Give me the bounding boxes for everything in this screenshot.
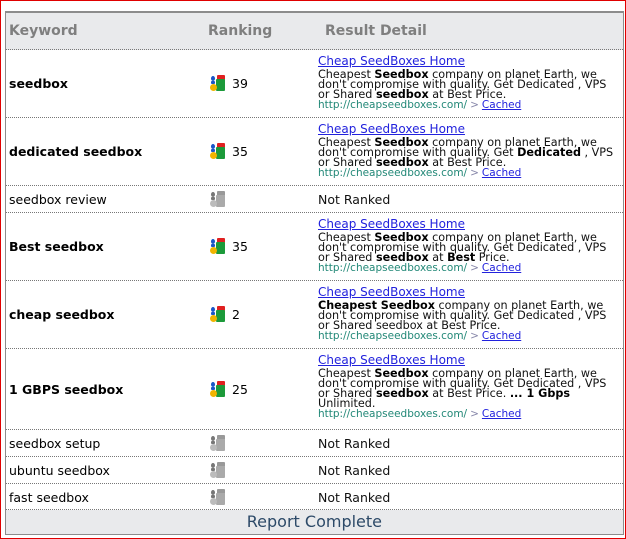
result-detail: Cheap SeedBoxes Home Cheapest Seedbox com… [318, 353, 618, 420]
cached-link[interactable]: Cached [482, 167, 521, 179]
ranking: 35 [210, 143, 248, 160]
table-row: fast seedbox Not Ranked [6, 484, 623, 510]
separator: > [470, 262, 479, 274]
keyword: 1 GBPS seedbox [9, 382, 124, 397]
google-icon [210, 381, 226, 398]
cached-link[interactable]: Cached [482, 408, 521, 420]
table-body: seedbox 39 Cheap SeedBoxes Home Cheapest Se… [6, 50, 623, 510]
keyword: fast seedbox [9, 490, 89, 505]
result-url-line: http://cheapseedboxes.com/> Cached [318, 331, 618, 342]
ranking-status: Not Ranked [318, 436, 391, 451]
result-title-link[interactable]: Cheap SeedBoxes Home [318, 353, 618, 367]
report-frame: Keyword Ranking Result Detail seedbox 39 C… [0, 0, 626, 539]
google-icon [210, 306, 226, 323]
ranking-status: Not Ranked [318, 192, 391, 207]
header-keyword: Keyword [9, 23, 78, 39]
ranking: 35 [210, 238, 248, 255]
rank-value: 35 [232, 239, 248, 254]
keyword: seedbox setup [9, 436, 101, 451]
google-icon [210, 143, 226, 160]
keyword: cheap seedbox [9, 307, 115, 322]
result-url: http://cheapseedboxes.com/ [318, 99, 468, 111]
result-url: http://cheapseedboxes.com/ [318, 408, 468, 420]
result-title-link[interactable]: Cheap SeedBoxes Home [318, 285, 618, 299]
google-icon [210, 238, 226, 255]
table-row: dedicated seedbox 35 Cheap SeedBoxes Home C… [6, 118, 623, 186]
ranking [210, 435, 226, 452]
table-row: seedbox setup Not Ranked [6, 430, 623, 457]
ranking: 25 [210, 381, 248, 398]
table-row: seedbox review Not Ranked [6, 186, 623, 213]
ranking: 39 [210, 75, 248, 92]
table-row: Best seedbox 35 Cheap SeedBoxes Home Cheape… [6, 213, 623, 281]
keyword: seedbox review [9, 192, 107, 207]
result-detail: Cheap SeedBoxes Home Cheapest Seedbox com… [318, 217, 618, 274]
result-snippet: Cheapest Seedbox company on planet Earth… [318, 232, 618, 263]
result-url-line: http://cheapseedboxes.com/> Cached [318, 409, 618, 420]
ranking: 2 [210, 306, 240, 323]
ranking-status: Not Ranked [318, 490, 391, 505]
result-detail: Cheap SeedBoxes Home Cheapest Seedbox com… [318, 54, 618, 111]
separator: > [470, 330, 479, 342]
result-detail: Cheap SeedBoxes Home Cheapest Seedbox com… [318, 285, 618, 342]
google-icon-gray [210, 435, 226, 452]
result-url: http://cheapseedboxes.com/ [318, 262, 468, 274]
google-icon-gray [210, 191, 226, 208]
table-row: 1 GBPS seedbox 25 Cheap SeedBoxes Home Chea… [6, 349, 623, 430]
result-title-link[interactable]: Cheap SeedBoxes Home [318, 122, 618, 136]
result-snippet: Cheapest Seedbox company on planet Earth… [318, 300, 618, 331]
result-url-line: http://cheapseedboxes.com/> Cached [318, 168, 618, 179]
rank-value: 35 [232, 144, 248, 159]
result-title-link[interactable]: Cheap SeedBoxes Home [318, 217, 618, 231]
report-status: Report Complete [6, 510, 623, 534]
rank-value: 2 [232, 307, 240, 322]
header-ranking: Ranking [208, 23, 273, 39]
rank-value: 39 [232, 76, 248, 91]
cached-link[interactable]: Cached [482, 262, 521, 274]
snippet-text: Dedicated [517, 146, 581, 159]
ranking [210, 489, 226, 506]
snippet-text: seedbox [375, 387, 429, 400]
table-header: Keyword Ranking Result Detail [6, 13, 623, 50]
table-row: seedbox 39 Cheap SeedBoxes Home Cheapest Se… [6, 50, 623, 118]
ranking-status: Not Ranked [318, 463, 391, 478]
snippet-text: at Best Price. [428, 387, 510, 400]
result-detail: Cheap SeedBoxes Home Cheapest Seedbox com… [318, 122, 618, 179]
google-icon [210, 75, 226, 92]
google-icon-gray [210, 462, 226, 479]
separator: > [470, 167, 479, 179]
keyword: ubuntu seedbox [9, 463, 110, 478]
result-url: http://cheapseedboxes.com/ [318, 167, 468, 179]
keyword: dedicated seedbox [9, 144, 143, 159]
keyword: Best seedbox [9, 239, 104, 254]
result-url-line: http://cheapseedboxes.com/> Cached [318, 100, 618, 111]
google-icon-gray [210, 489, 226, 506]
result-snippet: Cheapest Seedbox company on planet Earth… [318, 69, 618, 100]
table-row: ubuntu seedbox Not Ranked [6, 457, 623, 484]
table-row: cheap seedbox 2 Cheap SeedBoxes Home Cheape… [6, 281, 623, 349]
header-result-detail: Result Detail [325, 23, 427, 39]
keyword: seedbox [9, 76, 68, 91]
result-snippet: Cheapest Seedbox company on planet Earth… [318, 137, 618, 168]
cached-link[interactable]: Cached [482, 99, 521, 111]
result-url: http://cheapseedboxes.com/ [318, 330, 468, 342]
separator: > [470, 408, 479, 420]
cached-link[interactable]: Cached [482, 330, 521, 342]
separator: > [470, 99, 479, 111]
result-snippet: Cheapest Seedbox company on planet Earth… [318, 368, 618, 409]
ranking [210, 462, 226, 479]
ranking-table: Keyword Ranking Result Detail seedbox 39 C… [5, 11, 624, 535]
rank-value: 25 [232, 382, 248, 397]
result-url-line: http://cheapseedboxes.com/> Cached [318, 263, 618, 274]
ranking [210, 191, 226, 208]
snippet-text: ... 1 Gbps [509, 387, 570, 400]
result-title-link[interactable]: Cheap SeedBoxes Home [318, 54, 618, 68]
